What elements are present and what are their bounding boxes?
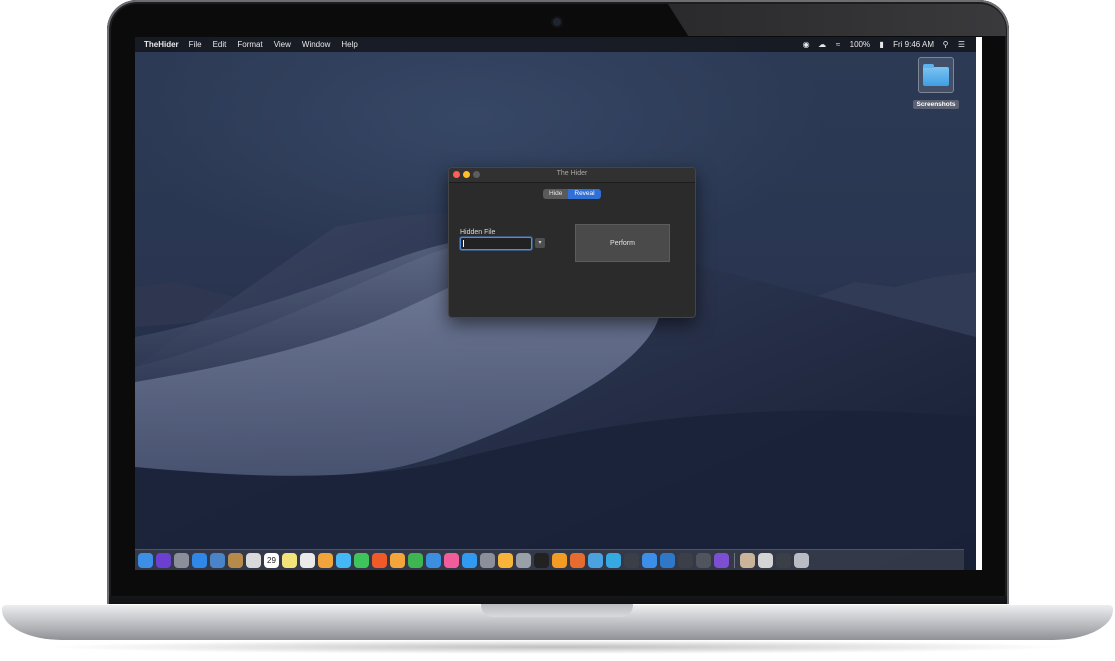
menu-bar: TheHider File Edit Format View Window He…: [135, 37, 976, 52]
file-dropdown-button[interactable]: ▾: [535, 238, 545, 248]
folder-selection-box: [918, 57, 954, 93]
stickies-icon[interactable]: [282, 553, 297, 568]
xcode-icon[interactable]: [642, 553, 657, 568]
system-preferences-icon[interactable]: [480, 553, 495, 568]
vscode-icon[interactable]: [660, 553, 675, 568]
menu-app-name[interactable]: TheHider: [144, 40, 179, 49]
menu-edit[interactable]: Edit: [213, 40, 227, 49]
hidden-file-input[interactable]: [460, 237, 532, 250]
terminal-icon[interactable]: [534, 553, 549, 568]
photos-icon[interactable]: [318, 553, 333, 568]
brave-icon[interactable]: [372, 553, 387, 568]
spotlight-search-icon[interactable]: ⚲: [941, 40, 950, 49]
lid-glare: [668, 4, 1006, 36]
numbers-icon[interactable]: [408, 553, 423, 568]
dock: 29: [135, 549, 964, 570]
desktop-screen: TheHider File Edit Format View Window He…: [135, 37, 976, 570]
facetime-icon[interactable]: [354, 553, 369, 568]
folder-icon: [923, 64, 949, 86]
folder-label: Screenshots: [913, 100, 959, 109]
clock[interactable]: Fri 9:46 AM: [893, 40, 934, 49]
battery-percent: 100%: [849, 40, 871, 49]
app-store-icon[interactable]: [462, 553, 477, 568]
keychain-icon[interactable]: [516, 553, 531, 568]
status-shield-icon[interactable]: ◉: [802, 40, 811, 49]
keynote-icon[interactable]: [426, 553, 441, 568]
desktop-folder-screenshots[interactable]: Screenshots: [911, 57, 961, 111]
cloud-icon[interactable]: ☁: [818, 40, 827, 49]
mu-editor-icon[interactable]: [588, 553, 603, 568]
mode-segmented-control: Hide Reveal: [543, 189, 601, 199]
sublime-icon[interactable]: [552, 553, 567, 568]
laptop-shadow: [40, 640, 1075, 654]
notes-book-icon[interactable]: [228, 553, 243, 568]
window-title: The Hider: [556, 170, 588, 177]
hidden-file-label: Hidden File: [460, 229, 496, 236]
affinity-icon[interactable]: [714, 553, 729, 568]
menu-help[interactable]: Help: [341, 40, 357, 49]
preview-icon[interactable]: [210, 553, 225, 568]
trash-icon[interactable]: [794, 553, 809, 568]
textedit-icon[interactable]: [300, 553, 315, 568]
activity-monitor-icon[interactable]: [624, 553, 639, 568]
firefox-icon[interactable]: [570, 553, 585, 568]
menu-view[interactable]: View: [274, 40, 291, 49]
siri-icon[interactable]: [156, 553, 171, 568]
menu-file[interactable]: File: [189, 40, 202, 49]
telegram-icon[interactable]: [606, 553, 621, 568]
launchpad-icon[interactable]: [174, 553, 189, 568]
screen-edge: [976, 37, 982, 570]
wifi-icon[interactable]: ≈: [834, 40, 843, 49]
battery-icon[interactable]: ▮: [877, 40, 886, 49]
console-icon[interactable]: [678, 553, 693, 568]
app-window: The Hider Hide Reveal Hidden File ▾ Perf…: [448, 167, 696, 318]
laptop-notch: [481, 604, 633, 617]
calendar-icon[interactable]: 29: [264, 553, 279, 568]
window-titlebar[interactable]: The Hider: [449, 168, 695, 183]
menu-window[interactable]: Window: [302, 40, 330, 49]
messages-icon[interactable]: [336, 553, 351, 568]
sketch-icon[interactable]: [498, 553, 513, 568]
grid-app-icon[interactable]: [696, 553, 711, 568]
pages-icon[interactable]: [390, 553, 405, 568]
screenshot-stack-icon[interactable]: [776, 553, 791, 568]
perform-button[interactable]: Perform: [575, 224, 670, 262]
safari-icon[interactable]: [192, 553, 207, 568]
camera: [553, 18, 561, 26]
photos-viewer-icon[interactable]: [246, 553, 261, 568]
itunes-icon[interactable]: [444, 553, 459, 568]
document-stack-icon[interactable]: [758, 553, 773, 568]
finder-icon[interactable]: [138, 553, 153, 568]
dock-separator: [734, 553, 735, 568]
status-area: ◉ ☁ ≈ 100% ▮ Fri 9:46 AM ⚲ ☰: [802, 40, 966, 49]
menu-format[interactable]: Format: [237, 40, 262, 49]
downloads-stack-icon[interactable]: [740, 553, 755, 568]
tab-reveal[interactable]: Reveal: [568, 189, 601, 199]
notification-center-icon[interactable]: ☰: [957, 40, 966, 49]
tab-hide[interactable]: Hide: [543, 189, 569, 199]
